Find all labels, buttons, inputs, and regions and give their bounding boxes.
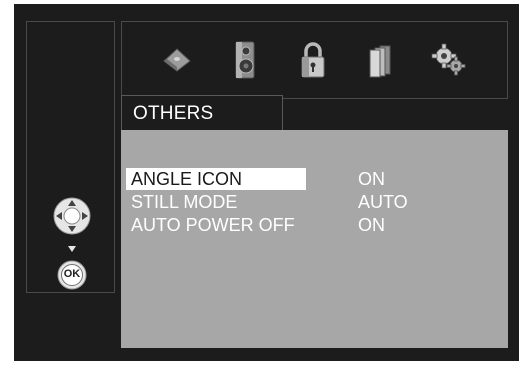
navigation-panel: OK	[26, 21, 115, 293]
settings-content-panel: ANGLE ICON ON STILL MODE AUTO AUTO POWER…	[121, 130, 508, 348]
menu-item-value: ON	[358, 215, 385, 235]
speaker-icon[interactable]	[220, 34, 270, 86]
osd-screen: OK OTHERS ANGLE ICON ON STILL MODE AUTO …	[14, 4, 519, 361]
ok-button-label: OK	[63, 268, 81, 280]
tab-label: OTHERS	[133, 103, 214, 124]
menu-item-label: AUTO POWER OFF	[131, 215, 295, 235]
menu-item-still-mode[interactable]: STILL MODE AUTO	[126, 191, 496, 213]
lock-icon[interactable]	[288, 34, 338, 86]
direction-pad-icon[interactable]	[53, 197, 91, 235]
down-arrow-icon	[68, 246, 76, 252]
books-icon[interactable]	[356, 34, 406, 86]
menu-item-angle-icon[interactable]: ANGLE ICON ON	[126, 168, 496, 190]
ok-button[interactable]: OK	[57, 260, 87, 290]
menu-item-label: ANGLE ICON	[131, 169, 243, 189]
settings-category-bar	[121, 21, 508, 99]
disc-icon[interactable]	[152, 34, 202, 86]
menu-item-label: STILL MODE	[131, 192, 238, 212]
gear-icon[interactable]	[424, 34, 474, 86]
tab-others[interactable]: OTHERS	[121, 95, 283, 130]
menu-item-auto-power-off[interactable]: AUTO POWER OFF ON	[126, 214, 496, 236]
menu-item-value: ON	[358, 169, 385, 189]
menu-item-value: AUTO	[358, 192, 408, 212]
